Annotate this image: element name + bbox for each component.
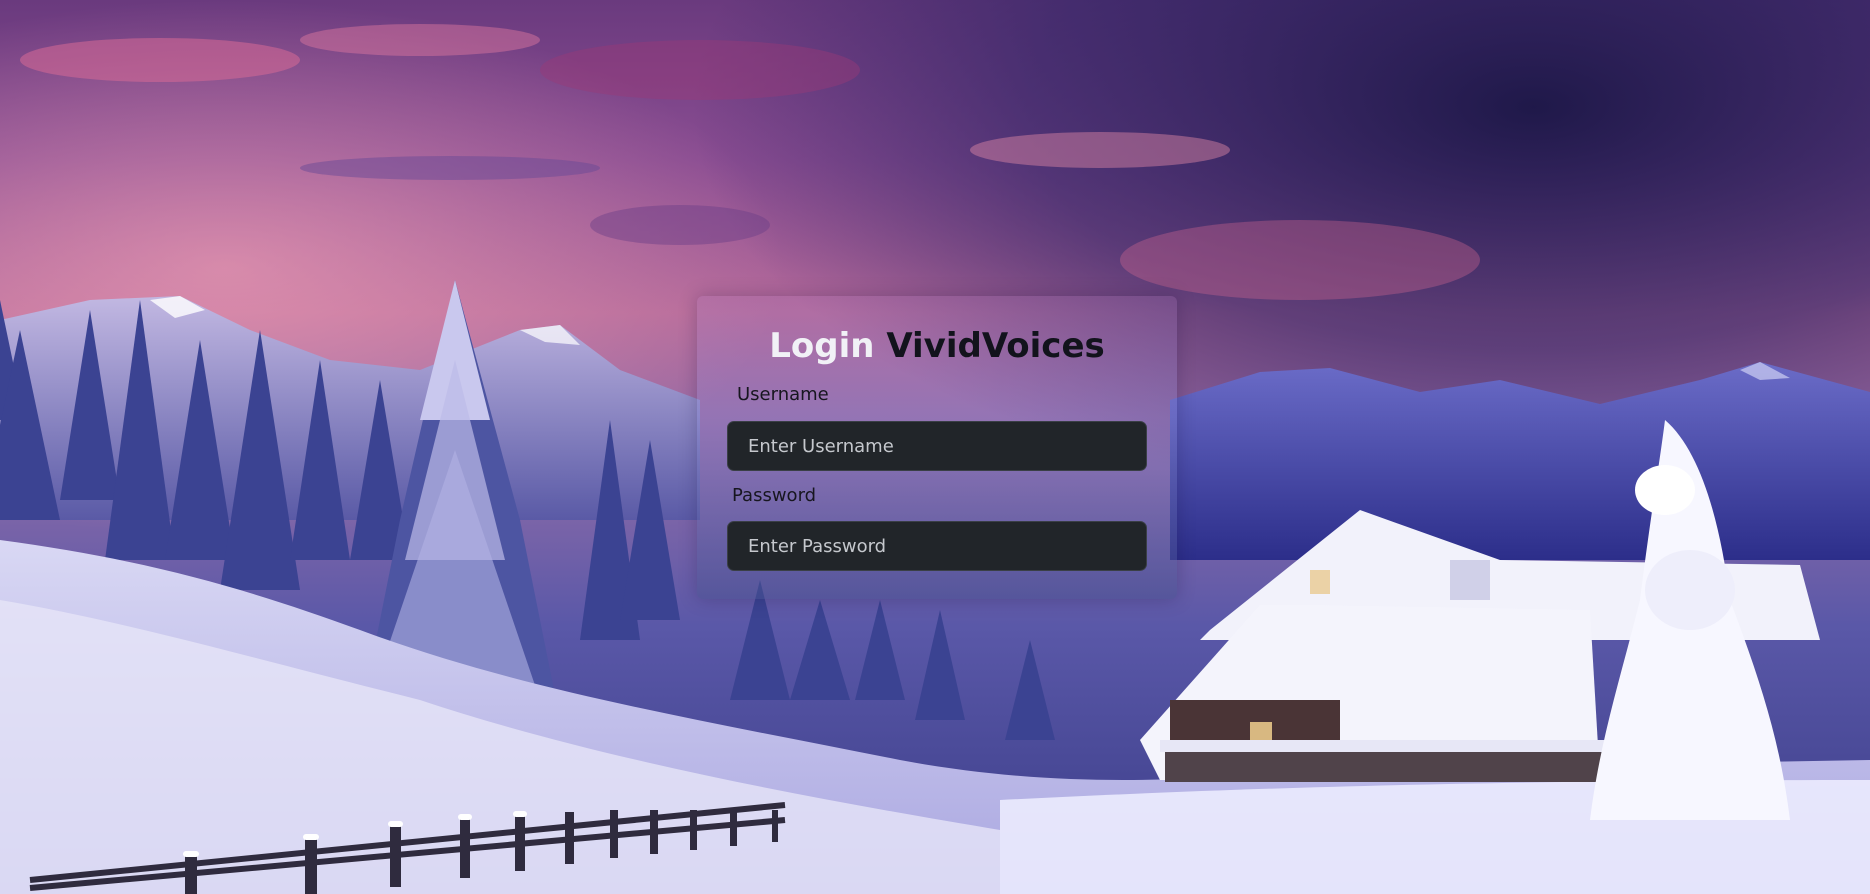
login-title-brand: VividVoices <box>886 326 1105 366</box>
password-label: Password <box>732 485 817 506</box>
login-title: Login VividVoices <box>697 326 1177 366</box>
login-card: Login VividVoices Username Password <box>697 296 1177 599</box>
password-input[interactable] <box>727 521 1147 571</box>
username-label: Username <box>737 384 829 405</box>
login-title-prefix: Login <box>769 326 875 366</box>
username-input[interactable] <box>727 421 1147 471</box>
